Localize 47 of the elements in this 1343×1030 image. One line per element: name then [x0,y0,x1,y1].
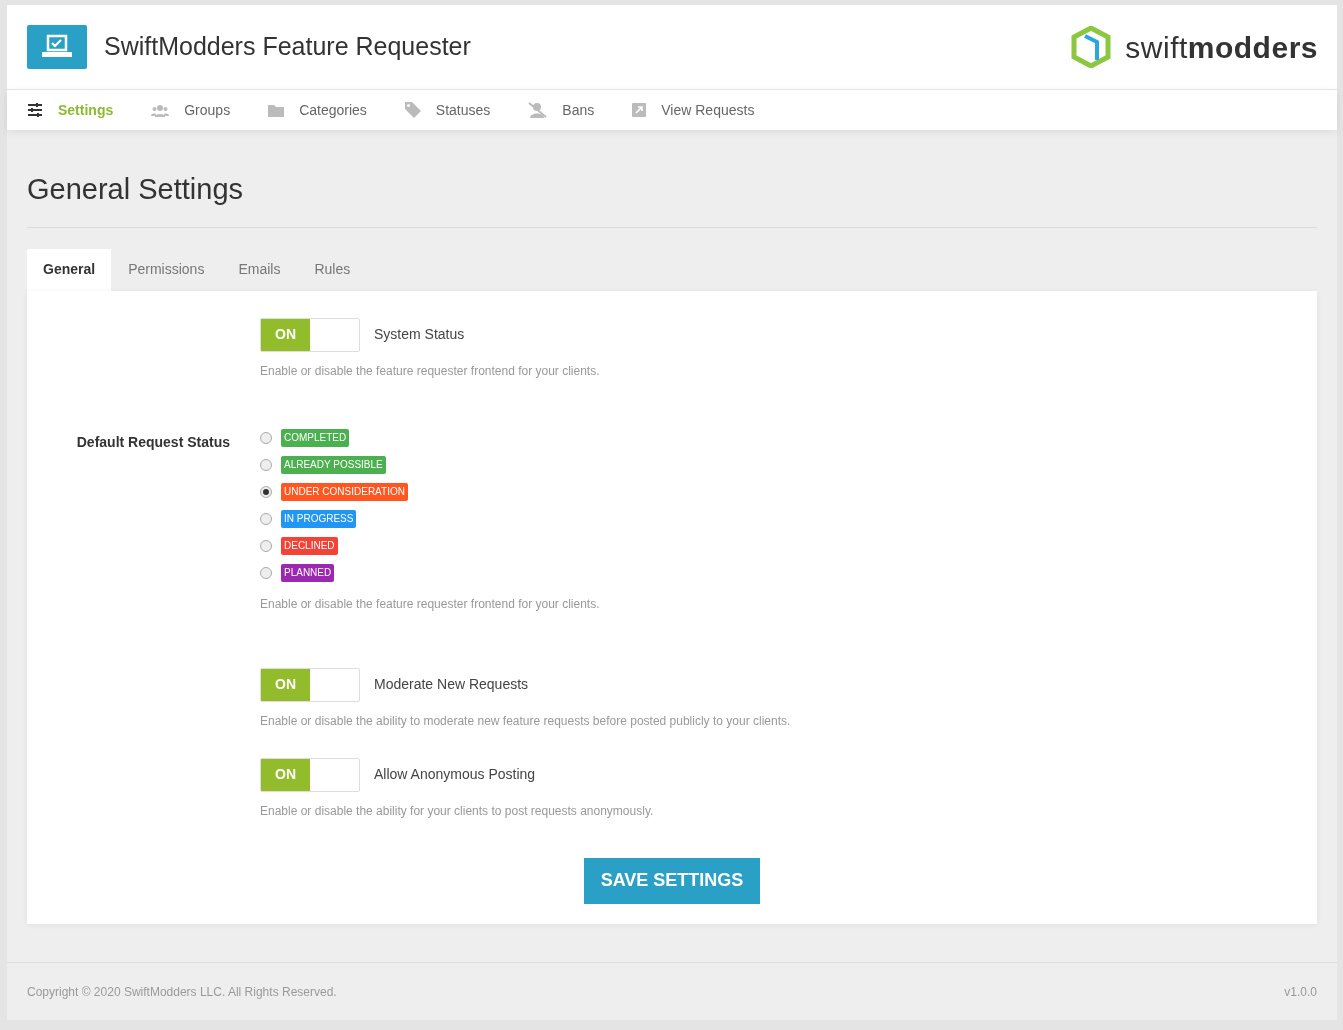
users-icon [151,103,170,117]
nav-link[interactable]: Statuses [404,99,491,121]
nav-link[interactable]: Groups [151,99,231,121]
app-title: SwiftModders Feature Requester [104,31,471,63]
external-link-icon [632,103,647,117]
setting-label: Default Request Status [75,432,230,452]
setting-label: Allow Anonymous Posting [374,765,536,784]
toggle-switch[interactable]: ON [260,757,360,792]
brand-name: swiftmodders [1125,29,1318,66]
version-text: v1.0.0 [1284,983,1317,1001]
user-slash-icon [528,102,548,118]
status-badge: IN PROGRESS [281,509,357,528]
checkbox-tray-icon [40,34,74,60]
tag-icon [404,102,421,118]
tab[interactable]: Rules [297,248,368,291]
setting-label: Moderate New Requests [374,675,529,694]
radio-button[interactable] [260,431,272,444]
sliders-icon [27,103,43,117]
tab[interactable]: Emails [221,248,298,291]
save-settings-button[interactable]: SAVE SETTINGS [583,857,761,904]
status-badge: UNDER CONSIDERATION [281,482,408,501]
help-text: Enable or disable the ability to moderate new feature requests before posted publicly to your clients. [260,712,792,730]
radio-button[interactable] [260,566,272,579]
status-badge: ALREADY POSSIBLE [281,455,386,474]
status-badge: PLANNED [281,563,335,582]
page-title: General Settings [27,168,1317,228]
brand-logo-icon [1071,26,1112,68]
nav-link[interactable]: Bans [528,99,595,121]
toggle-switch[interactable]: ON [260,667,360,702]
radio-button[interactable] [260,539,272,552]
tab[interactable]: Permissions [111,248,222,291]
status-badge: DECLINED [281,536,338,555]
help-text: Enable or disable the feature requester frontend for your clients. [260,362,601,380]
radio-button[interactable] [260,458,272,471]
nav-link[interactable]: Settings [27,99,114,121]
radio-button[interactable] [260,485,272,498]
help-text: Enable or disable the feature requester frontend for your clients. [260,595,601,613]
radio-button[interactable] [260,512,272,525]
nav-link[interactable]: View Requests [632,99,755,121]
toggle-switch[interactable]: ON [260,317,360,352]
help-text: Enable or disable the ability for your clients to post requests anonymously. [260,802,655,820]
status-badge: COMPLETED [281,428,350,447]
setting-label: System Status [374,325,465,344]
nav-link[interactable]: Categories [268,99,367,121]
folder-icon [268,103,285,117]
tab[interactable]: General [27,248,112,291]
copyright-text: Copyright © 2020 SwiftModders LLC. All Rights Reserved. [27,983,337,1001]
